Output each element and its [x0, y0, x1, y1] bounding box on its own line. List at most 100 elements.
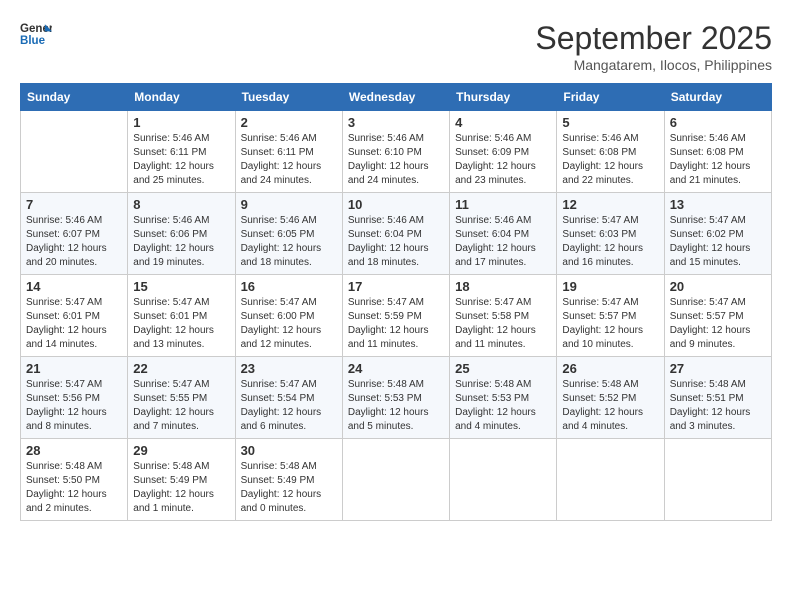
day-info: Sunrise: 5:48 AM Sunset: 5:50 PM Dayligh…: [26, 460, 122, 516]
day-info: Sunrise: 5:48 AM Sunset: 5:53 PM Dayligh…: [455, 378, 551, 434]
day-cell: 6 Sunrise: 5:46 AM Sunset: 6:08 PM Daylig…: [664, 111, 771, 193]
day-cell: [664, 439, 771, 521]
day-cell: 23 Sunrise: 5:47 AM Sunset: 5:54 PM Dayli…: [235, 357, 342, 439]
day-cell: 21 Sunrise: 5:47 AM Sunset: 5:56 PM Dayli…: [21, 357, 128, 439]
day-number: 27: [670, 361, 766, 376]
day-number: 8: [133, 197, 229, 212]
day-number: 28: [26, 443, 122, 458]
day-number: 29: [133, 443, 229, 458]
day-info: Sunrise: 5:48 AM Sunset: 5:49 PM Dayligh…: [133, 460, 229, 516]
day-cell: 17Sunrise: 5:47 AM Sunset: 5:59 PM Dayli…: [342, 275, 449, 357]
day-number: 22: [133, 361, 229, 376]
day-info: Sunrise: 5:47 AM Sunset: 5:57 PM Dayligh…: [562, 296, 658, 352]
day-cell: 30Sunrise: 5:48 AM Sunset: 5:49 PM Dayli…: [235, 439, 342, 521]
day-number: 17: [348, 279, 444, 294]
col-header-saturday: Saturday: [664, 84, 771, 111]
week-row-5: 28 Sunrise: 5:48 AM Sunset: 5:50 PM Dayli…: [21, 439, 772, 521]
day-cell: 16Sunrise: 5:47 AM Sunset: 6:00 PM Dayli…: [235, 275, 342, 357]
day-cell: 10 Sunrise: 5:46 AM Sunset: 6:04 PM Dayli…: [342, 193, 449, 275]
day-cell: 1Sunrise: 5:46 AM Sunset: 6:11 PM Daylig…: [128, 111, 235, 193]
day-cell: 13 Sunrise: 5:47 AM Sunset: 6:02 PM Dayli…: [664, 193, 771, 275]
logo-icon: General Blue: [20, 20, 52, 48]
col-header-wednesday: Wednesday: [342, 84, 449, 111]
day-info: Sunrise: 5:47 AM Sunset: 5:58 PM Dayligh…: [455, 296, 551, 352]
day-cell: 14 Sunrise: 5:47 AM Sunset: 6:01 PM Dayli…: [21, 275, 128, 357]
day-info: Sunrise: 5:46 AM Sunset: 6:09 PM Dayligh…: [455, 132, 551, 188]
day-number: 3: [348, 115, 444, 130]
day-cell: [342, 439, 449, 521]
calendar-table: SundayMondayTuesdayWednesdayThursdayFrid…: [20, 83, 772, 521]
month-title: September 2025: [535, 20, 772, 57]
day-number: 7: [26, 197, 122, 212]
day-number: 20: [670, 279, 766, 294]
day-cell: 7 Sunrise: 5:46 AM Sunset: 6:07 PM Daylig…: [21, 193, 128, 275]
day-cell: 20 Sunrise: 5:47 AM Sunset: 5:57 PM Dayli…: [664, 275, 771, 357]
day-cell: 25 Sunrise: 5:48 AM Sunset: 5:53 PM Dayli…: [450, 357, 557, 439]
day-cell: 15 Sunrise: 5:47 AM Sunset: 6:01 PM Dayli…: [128, 275, 235, 357]
day-number: 25: [455, 361, 551, 376]
day-info: Sunrise: 5:47 AM Sunset: 6:01 PM Dayligh…: [133, 296, 229, 352]
day-number: 11: [455, 197, 551, 212]
day-number: 30: [241, 443, 337, 458]
day-info: Sunrise: 5:47 AM Sunset: 6:01 PM Dayligh…: [26, 296, 122, 352]
day-number: 19: [562, 279, 658, 294]
day-info: Sunrise: 5:47 AM Sunset: 6:03 PM Dayligh…: [562, 214, 658, 270]
header: General Blue September 2025 Mangatarem, …: [20, 20, 772, 73]
logo: General Blue: [20, 20, 52, 48]
day-number: 5: [562, 115, 658, 130]
col-header-sunday: Sunday: [21, 84, 128, 111]
day-info: Sunrise: 5:46 AM Sunset: 6:11 PM Dayligh…: [241, 132, 337, 188]
col-header-tuesday: Tuesday: [235, 84, 342, 111]
day-cell: 11Sunrise: 5:46 AM Sunset: 6:04 PM Dayli…: [450, 193, 557, 275]
day-cell: 5 Sunrise: 5:46 AM Sunset: 6:08 PM Daylig…: [557, 111, 664, 193]
day-cell: 24 Sunrise: 5:48 AM Sunset: 5:53 PM Dayli…: [342, 357, 449, 439]
day-number: 23: [241, 361, 337, 376]
day-info: Sunrise: 5:46 AM Sunset: 6:07 PM Dayligh…: [26, 214, 122, 270]
day-info: Sunrise: 5:47 AM Sunset: 5:54 PM Dayligh…: [241, 378, 337, 434]
day-cell: 2 Sunrise: 5:46 AM Sunset: 6:11 PM Daylig…: [235, 111, 342, 193]
week-row-1: 1Sunrise: 5:46 AM Sunset: 6:11 PM Daylig…: [21, 111, 772, 193]
week-row-4: 21 Sunrise: 5:47 AM Sunset: 5:56 PM Dayli…: [21, 357, 772, 439]
day-info: Sunrise: 5:46 AM Sunset: 6:08 PM Dayligh…: [670, 132, 766, 188]
location-subtitle: Mangatarem, Ilocos, Philippines: [535, 57, 772, 73]
day-number: 10: [348, 197, 444, 212]
day-cell: 27Sunrise: 5:48 AM Sunset: 5:51 PM Dayli…: [664, 357, 771, 439]
day-number: 16: [241, 279, 337, 294]
day-cell: [21, 111, 128, 193]
day-cell: [557, 439, 664, 521]
day-info: Sunrise: 5:46 AM Sunset: 6:08 PM Dayligh…: [562, 132, 658, 188]
day-info: Sunrise: 5:48 AM Sunset: 5:52 PM Dayligh…: [562, 378, 658, 434]
day-info: Sunrise: 5:46 AM Sunset: 6:10 PM Dayligh…: [348, 132, 444, 188]
svg-text:Blue: Blue: [20, 35, 46, 47]
day-info: Sunrise: 5:47 AM Sunset: 5:56 PM Dayligh…: [26, 378, 122, 434]
day-info: Sunrise: 5:47 AM Sunset: 5:55 PM Dayligh…: [133, 378, 229, 434]
day-info: Sunrise: 5:47 AM Sunset: 5:57 PM Dayligh…: [670, 296, 766, 352]
week-row-2: 7 Sunrise: 5:46 AM Sunset: 6:07 PM Daylig…: [21, 193, 772, 275]
day-cell: [450, 439, 557, 521]
day-info: Sunrise: 5:46 AM Sunset: 6:11 PM Dayligh…: [133, 132, 229, 188]
title-area: September 2025 Mangatarem, Ilocos, Phili…: [535, 20, 772, 73]
day-cell: 18Sunrise: 5:47 AM Sunset: 5:58 PM Dayli…: [450, 275, 557, 357]
day-number: 15: [133, 279, 229, 294]
day-cell: 9 Sunrise: 5:46 AM Sunset: 6:05 PM Daylig…: [235, 193, 342, 275]
day-number: 26: [562, 361, 658, 376]
day-info: Sunrise: 5:47 AM Sunset: 6:02 PM Dayligh…: [670, 214, 766, 270]
day-number: 9: [241, 197, 337, 212]
day-number: 24: [348, 361, 444, 376]
day-info: Sunrise: 5:46 AM Sunset: 6:05 PM Dayligh…: [241, 214, 337, 270]
day-cell: 22 Sunrise: 5:47 AM Sunset: 5:55 PM Dayli…: [128, 357, 235, 439]
day-number: 21: [26, 361, 122, 376]
day-number: 6: [670, 115, 766, 130]
day-number: 13: [670, 197, 766, 212]
day-number: 2: [241, 115, 337, 130]
day-info: Sunrise: 5:46 AM Sunset: 6:04 PM Dayligh…: [348, 214, 444, 270]
day-info: Sunrise: 5:48 AM Sunset: 5:53 PM Dayligh…: [348, 378, 444, 434]
col-header-thursday: Thursday: [450, 84, 557, 111]
col-header-monday: Monday: [128, 84, 235, 111]
day-cell: 12Sunrise: 5:47 AM Sunset: 6:03 PM Dayli…: [557, 193, 664, 275]
day-cell: 29 Sunrise: 5:48 AM Sunset: 5:49 PM Dayli…: [128, 439, 235, 521]
day-cell: 4Sunrise: 5:46 AM Sunset: 6:09 PM Daylig…: [450, 111, 557, 193]
day-number: 14: [26, 279, 122, 294]
col-header-friday: Friday: [557, 84, 664, 111]
day-cell: 19 Sunrise: 5:47 AM Sunset: 5:57 PM Dayli…: [557, 275, 664, 357]
